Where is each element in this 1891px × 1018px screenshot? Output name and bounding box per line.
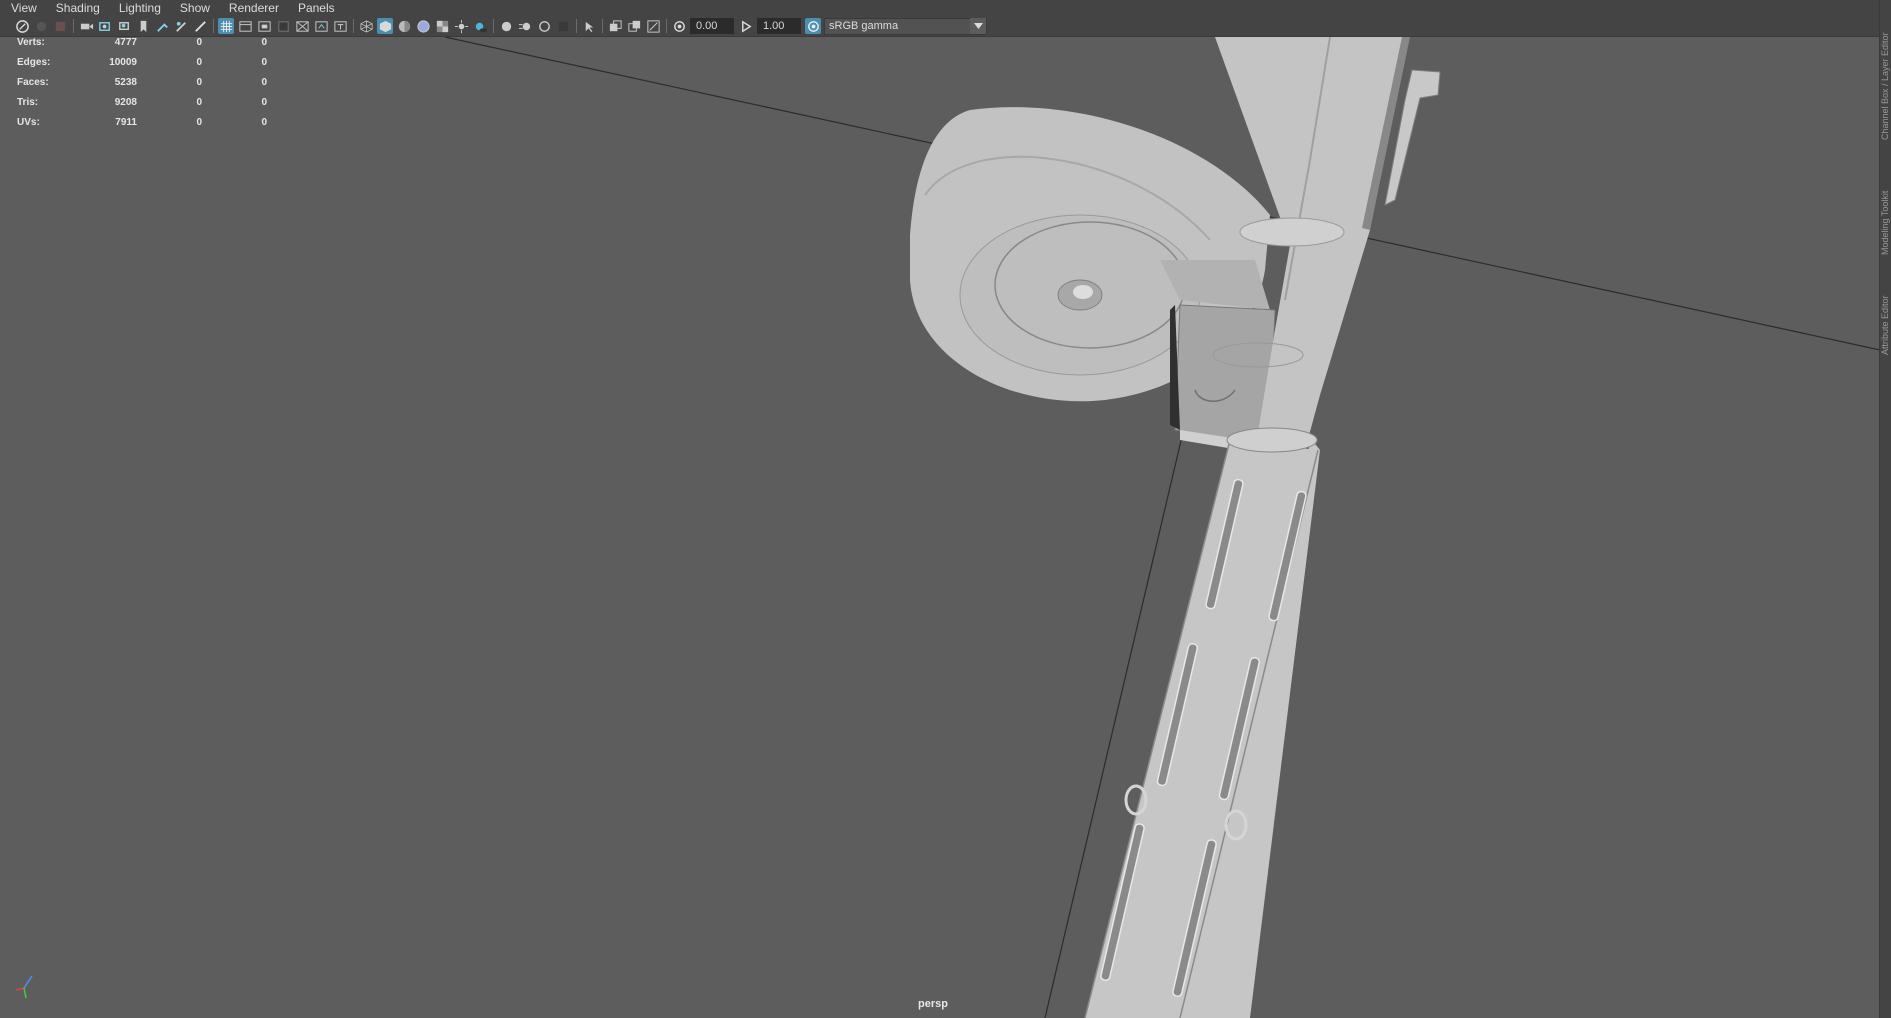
use-all-lights-icon[interactable]: [453, 18, 469, 34]
chevron-down-icon[interactable]: [970, 18, 986, 34]
screen-space-ao-icon[interactable]: [498, 18, 514, 34]
hud-value: 0: [261, 97, 267, 108]
hud-value: 0: [196, 117, 202, 128]
hud-label: Tris:: [17, 97, 39, 108]
shadows-icon[interactable]: [472, 18, 488, 34]
color-management-value: sRGB gamma: [829, 20, 899, 32]
xray-icon[interactable]: [607, 18, 623, 34]
depth-of-field-icon[interactable]: [555, 18, 571, 34]
grease-pencil-icon[interactable]: [173, 18, 189, 34]
gamma-icon[interactable]: [738, 18, 754, 34]
hud-row-uvs: UVs: 7911 0 0: [17, 117, 267, 137]
select-camera-icon[interactable]: [14, 18, 30, 34]
bookmark-icon[interactable]: [135, 18, 151, 34]
hud-label: Faces:: [17, 77, 49, 88]
exposure-icon[interactable]: [671, 18, 687, 34]
pencil-icon[interactable]: [192, 18, 208, 34]
tab-channel-box[interactable]: Channel Box / Layer Editor: [1880, 30, 1891, 140]
hud-row-edges: Edges: 10009 0 0: [17, 57, 267, 77]
color-management-dropdown[interactable]: sRGB gamma: [824, 17, 987, 35]
hud-value: 0: [261, 117, 267, 128]
motion-blur-icon[interactable]: [517, 18, 533, 34]
hud-row-faces: Faces: 5238 0 0: [17, 77, 267, 97]
menu-view[interactable]: View: [0, 0, 45, 16]
viewport-toolbar: sRGB gamma: [0, 16, 1891, 37]
camera-name-label: persp: [918, 998, 948, 1010]
image-plane-icon[interactable]: [78, 18, 94, 34]
isolate-select-icon[interactable]: [581, 18, 597, 34]
toolbar-separator: [576, 19, 577, 33]
resolution-gate-icon[interactable]: [256, 18, 272, 34]
safe-action-icon[interactable]: [313, 18, 329, 34]
menu-shading[interactable]: Shading: [45, 0, 108, 16]
toolbar-separator: [213, 19, 214, 33]
field-chart-icon[interactable]: [294, 18, 310, 34]
menu-panels[interactable]: Panels: [287, 0, 343, 16]
hud-value: 10009: [109, 57, 137, 68]
camera-icon[interactable]: [97, 18, 113, 34]
hud-label: UVs:: [17, 117, 40, 128]
2d-pan-zoom-icon[interactable]: [154, 18, 170, 34]
menu-show[interactable]: Show: [169, 0, 218, 16]
hud-value: 4777: [114, 37, 137, 48]
hud-value: 7911: [115, 117, 137, 128]
smooth-shade-icon[interactable]: [377, 18, 393, 34]
safe-title-icon[interactable]: [332, 18, 348, 34]
menu-renderer[interactable]: Renderer: [218, 0, 287, 16]
gamma-field[interactable]: [757, 18, 801, 34]
hud-value: 0: [261, 57, 267, 68]
hud-row-verts: Verts: 4777 0 0: [17, 37, 267, 57]
hud-value: 5238: [114, 77, 137, 88]
hud-value: 0: [196, 97, 202, 108]
toolbar-separator: [73, 19, 74, 33]
lock-camera-icon[interactable]: [33, 18, 49, 34]
grid-icon[interactable]: [218, 18, 234, 34]
hud-value: 0: [261, 37, 267, 48]
hud-value: 0: [196, 57, 202, 68]
wireframe-on-shaded-icon[interactable]: [415, 18, 431, 34]
toolbar-separator: [493, 19, 494, 33]
hud-value: 0: [196, 77, 202, 88]
xray-joints-icon[interactable]: [645, 18, 661, 34]
viewport-menu-bar: View Shading Lighting Show Renderer Pane…: [0, 0, 1891, 16]
toolbar-separator: [353, 19, 354, 33]
textured-icon[interactable]: [434, 18, 450, 34]
axis-gizmo-icon: [15, 975, 33, 999]
tab-attribute-editor[interactable]: Attribute Editor: [1880, 275, 1891, 355]
menu-lighting[interactable]: Lighting: [108, 0, 169, 16]
camera-attributes-icon[interactable]: [52, 18, 68, 34]
xray-active-icon[interactable]: [626, 18, 642, 34]
use-default-material-icon[interactable]: [396, 18, 412, 34]
hud-label: Verts:: [17, 37, 45, 48]
toolbar-separator: [602, 19, 603, 33]
bookmark-camera-icon[interactable]: [116, 18, 132, 34]
hud-value: 0: [196, 37, 202, 48]
tab-modeling-toolkit[interactable]: Modeling Toolkit: [1880, 160, 1891, 255]
hud-label: Edges:: [17, 57, 51, 68]
gate-mask-icon[interactable]: [275, 18, 291, 34]
hud-value: 0: [261, 77, 267, 88]
film-gate-icon[interactable]: [237, 18, 253, 34]
hud-row-tris: Tris: 9208 0 0: [17, 97, 267, 117]
hud-value: 9208: [114, 97, 137, 108]
exposure-field[interactable]: [690, 18, 734, 34]
view-transform-icon[interactable]: [805, 18, 821, 34]
wireframe-icon[interactable]: [358, 18, 374, 34]
multisample-aa-icon[interactable]: [536, 18, 552, 34]
side-panel-tabs: Channel Box / Layer Editor Modeling Tool…: [1879, 0, 1891, 1018]
toolbar-separator: [666, 19, 667, 33]
3d-viewport[interactable]: [0, 37, 1880, 1018]
poly-count-hud: Verts: 4777 0 0 Edges: 10009 0 0 Faces: …: [17, 37, 267, 137]
